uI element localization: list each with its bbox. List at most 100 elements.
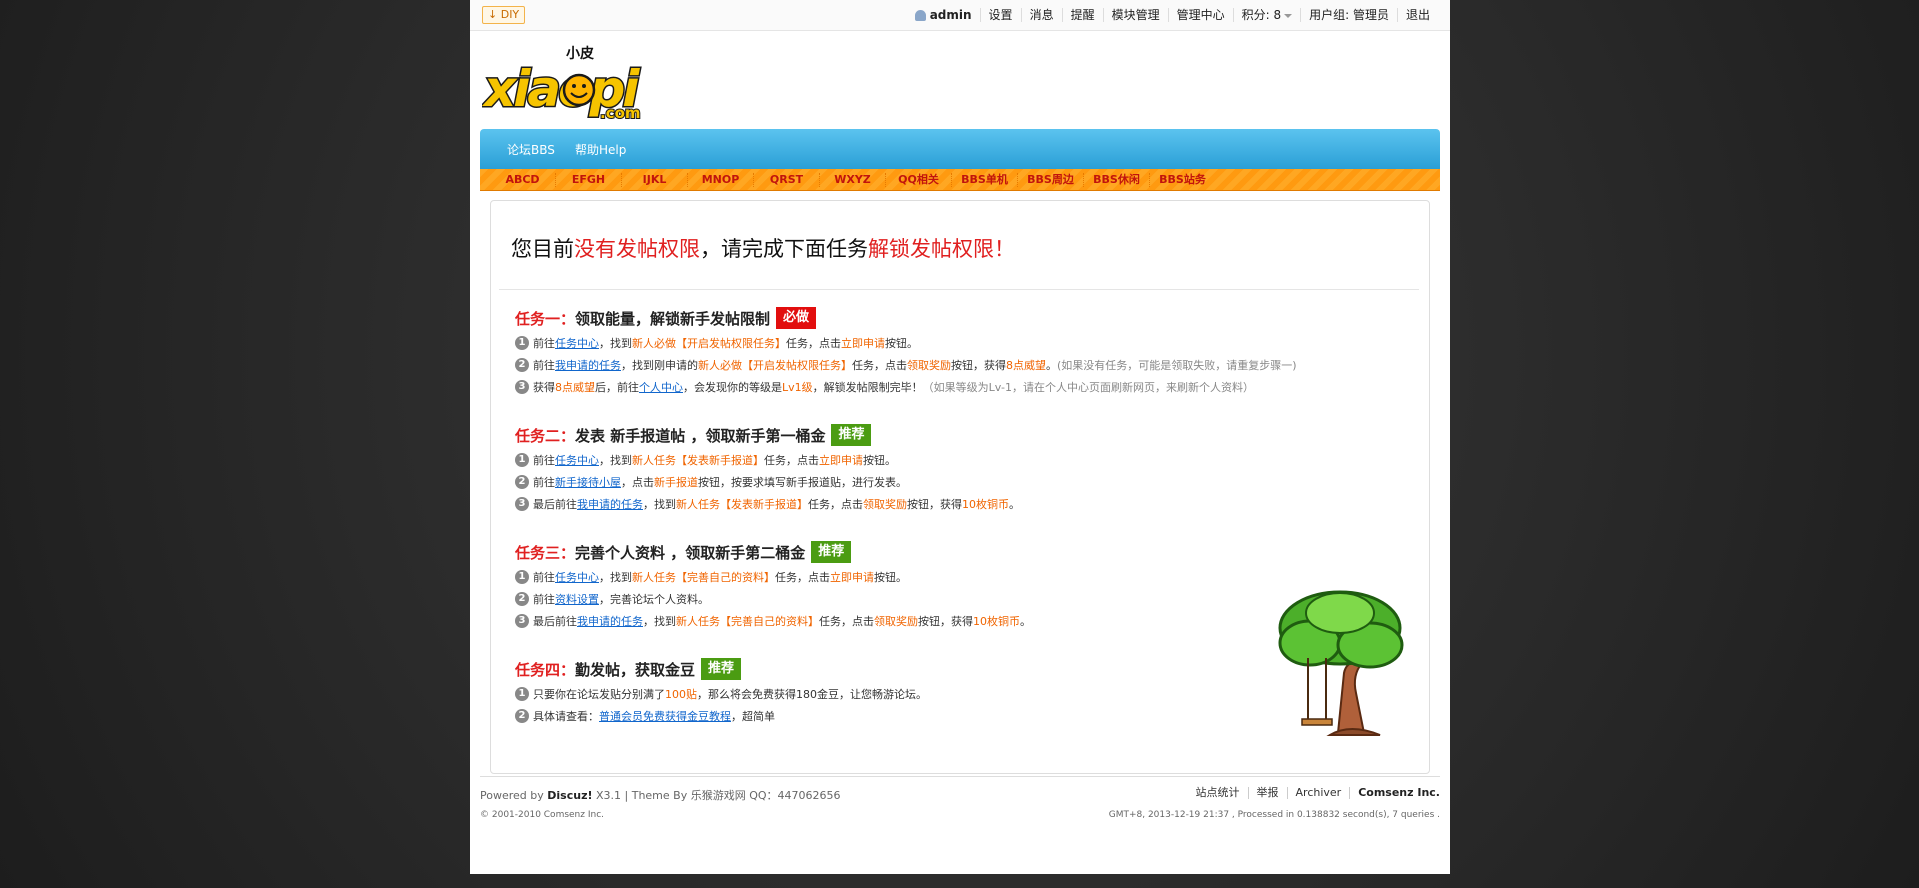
action-highlight: 新手报道 [654, 475, 698, 489]
task-step: 2 具体请查看： 普通会员免费获得金豆教程 ，超简单 [515, 706, 927, 725]
step-text: 最后前往 [533, 497, 577, 511]
logout-link[interactable]: 退出 [1396, 8, 1438, 22]
step-text: 任务，点击 [808, 497, 863, 511]
step-text: 前往 [533, 592, 555, 606]
task-name-highlight: 新人必做【开启发帖权限任务】 [632, 336, 786, 350]
footer: Powered by Discuz! X3.1 | Theme By 乐猴游戏网… [480, 776, 1440, 820]
subnav-item[interactable]: BBS站务 [1150, 173, 1215, 187]
my-tasks-link[interactable]: 我申请的任务 [577, 613, 643, 629]
task-step: 2 前往 资料设置 ，完善论坛个人资料。 [515, 589, 1031, 608]
step-number-icon: 2 [515, 357, 529, 372]
step-number-icon: 2 [515, 474, 529, 489]
subnav-item[interactable]: BBS周边 [1018, 172, 1084, 187]
title-part: 您目前 [511, 237, 574, 261]
admin-center-link[interactable]: 管理中心 [1167, 8, 1233, 22]
points-dropdown[interactable]: 积分: 8 [1232, 8, 1301, 22]
step-note: （如果等级为Lv-1，请在个人中心页面刷新网页，来刷新个人资料） [922, 380, 1254, 394]
reward-highlight: 10枚铜币 [962, 497, 1009, 511]
reward-highlight: 10枚铜币 [973, 614, 1020, 628]
newbie-lounge-link[interactable]: 新手接待小屋 [555, 474, 621, 490]
subnav-item[interactable]: WXYZ [820, 172, 886, 187]
diy-button[interactable]: ↓ DIY [482, 6, 526, 24]
step-text: ，找到 [599, 453, 632, 467]
top-bar: ↓ DIY admin 设置 消息 提醒 模块管理 管理中心 积分: 8 用户组… [470, 0, 1450, 31]
logo-sub-text: .com [600, 104, 641, 122]
subnav-item[interactable]: QRST [754, 172, 820, 187]
username-label: admin [929, 8, 972, 22]
task-title: 任务三： 完善个人资料 ，领取新手第二桶金 推荐 [515, 540, 1031, 564]
step-number-icon: 1 [515, 452, 529, 467]
site-logo[interactable]: 小皮 xiaopi .com [482, 42, 657, 122]
messages-link[interactable]: 消息 [1020, 8, 1062, 22]
step-text: 前往 [533, 336, 555, 350]
task-step: 3 获得 8点威望 后，前往 个人中心 ，会发现你的等级是 Lv1级 ，解锁发帖限制完毕！（… [515, 377, 1297, 396]
report-link[interactable]: 举报 [1247, 787, 1287, 799]
title-highlight: 没有发帖权限 [574, 237, 700, 261]
module-manage-link[interactable]: 模块管理 [1102, 8, 1168, 22]
task-step: 3 最后前往 我申请的任务 ，找到 新人任务【完善自己的资料】 任务，点击 领取奖励按… [515, 611, 1031, 630]
subnav-item[interactable]: EFGH [556, 172, 622, 187]
step-text: 任务，点击 [852, 358, 907, 372]
gold-bean-tutorial-link[interactable]: 普通会员免费获得金豆教程 [599, 708, 731, 724]
reward-highlight: 8点威望 [555, 380, 595, 394]
task-step: 1 前往 任务中心 ，找到 新人任务【完善自己的资料】 任务，点击 立即申请 按钮。 [515, 567, 1031, 586]
title-highlight: 解锁发帖权限！ [868, 237, 1015, 261]
comsenz-link[interactable]: Comsenz Inc. [1349, 787, 1440, 799]
task-step: 1 前往 任务中心 ，找到 新人任务【发表新手报道】 任务，点击 立即申请 按钮。 [515, 450, 1020, 469]
powered-by: Powered by Discuz! X3.1 | Theme By 乐猴游戏网… [480, 787, 841, 803]
usergroup-link[interactable]: 用户组: 管理员 [1300, 8, 1397, 22]
task-step: 2 前往 新手接待小屋 ，点击 新手报道 按钮，按要求填写新手报道贴，进行发表。 [515, 472, 1020, 491]
task-center-link[interactable]: 任务中心 [555, 335, 599, 351]
task-center-link[interactable]: 任务中心 [555, 569, 599, 585]
subnav-item[interactable]: IJKL [622, 172, 688, 187]
step-text: ，找到 [643, 497, 676, 511]
task-title: 任务二： 发表 新手报道帖 ，领取新手第一桶金 推荐 [515, 423, 1020, 447]
my-tasks-link[interactable]: 我申请的任务 [555, 357, 621, 373]
subnav-item[interactable]: MNOP [688, 172, 754, 187]
profile-center-link[interactable]: 个人中心 [639, 379, 683, 395]
recommended-badge: 推荐 [831, 424, 872, 446]
task-center-link[interactable]: 任务中心 [555, 452, 599, 468]
subnav-item[interactable]: BBS休闲 [1084, 172, 1150, 187]
step-text: 按钮，获得 [951, 358, 1006, 372]
archiver-link[interactable]: Archiver [1286, 787, 1350, 799]
site-stats-link[interactable]: 站点统计 [1188, 787, 1248, 799]
main-nav: 论坛BBS 帮助Help [480, 129, 1440, 169]
step-text: 前往 [533, 358, 555, 372]
subnav-item[interactable]: QQ相关 [886, 172, 952, 187]
task-name-highlight: 新人任务【发表新手报道】 [676, 497, 808, 511]
step-text: 后，前往 [595, 380, 639, 394]
task-number: 任务二： [515, 426, 576, 445]
copyright: © 2001-2010 Comsenz Inc. [480, 810, 605, 820]
settings-link[interactable]: 设置 [979, 8, 1021, 22]
step-text: ，会发现你的等级是 [683, 380, 782, 394]
my-tasks-link[interactable]: 我申请的任务 [577, 496, 643, 512]
step-text: 前往 [533, 453, 555, 467]
reward-highlight: 8点威望 [1006, 358, 1046, 372]
logo-face-icon [562, 73, 596, 107]
action-highlight: 立即申请 [830, 570, 874, 584]
step-number-icon: 1 [515, 569, 529, 584]
discuz-link[interactable]: Discuz! [547, 789, 592, 802]
nav-item-help[interactable]: 帮助Help [575, 141, 626, 158]
profile-settings-link[interactable]: 资料设置 [555, 591, 599, 607]
task-step: 3 最后前往 我申请的任务 ，找到 新人任务【发表新手报道】 任务，点击 领取奖励 按钮… [515, 494, 1020, 513]
step-text: 按钮，获得 [907, 497, 962, 511]
step-text: 具体请查看： [533, 709, 599, 723]
step-text: 按钮，按要求填写新手报道贴，进行发表。 [698, 475, 907, 489]
notifications-link[interactable]: 提醒 [1061, 8, 1103, 22]
step-number-icon: 2 [515, 591, 529, 606]
nav-item-bbs[interactable]: 论坛BBS [507, 141, 555, 158]
task-1: 任务一： 领取能量，解锁新手发帖限制 必做 1 前往 任务中心 ，找到 新人必做【开启发… [515, 306, 1297, 396]
task-number: 任务四： [515, 660, 576, 679]
must-do-badge: 必做 [776, 307, 817, 329]
step-text: 。 [1046, 358, 1057, 372]
step-text: ，找到刚申请的 [621, 358, 698, 372]
task-name: 完善个人资料 ，领取新手第二桶金 [575, 543, 806, 562]
subnav-item[interactable]: BBS单机 [952, 172, 1018, 187]
footer-links: 站点统计 举报 Archiver Comsenz Inc. [1188, 787, 1440, 799]
step-text: 最后前往 [533, 614, 577, 628]
username-link[interactable]: admin [907, 8, 980, 22]
sub-nav: ABCD EFGH IJKL MNOP QRST WXYZ QQ相关 BBS单机… [480, 169, 1440, 191]
subnav-item[interactable]: ABCD [490, 172, 556, 187]
